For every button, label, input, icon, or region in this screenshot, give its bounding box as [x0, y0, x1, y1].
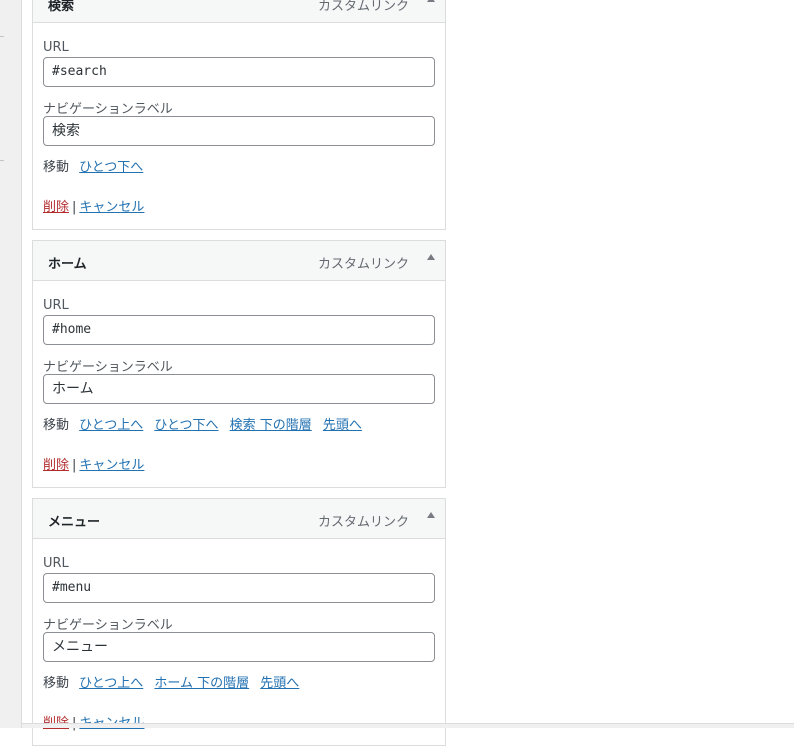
menu-item-type: カスタムリンク — [317, 0, 409, 14]
menu-item-home: ホーム カスタムリンク URL #home ナビゲーションラベル ホーム 移動 … — [32, 240, 446, 488]
url-input[interactable]: #menu — [43, 573, 435, 603]
menu-item-menu: メニュー カスタムリンク URL #menu ナビゲーションラベル メニュー 移… — [32, 498, 446, 746]
move-down-link[interactable]: ひとつ下へ — [79, 160, 143, 175]
footer-edge — [22, 723, 794, 728]
url-input[interactable]: #home — [43, 315, 435, 345]
move-up-link[interactable]: ひとつ上へ — [79, 676, 143, 691]
cancel-link[interactable]: キャンセル — [79, 458, 144, 473]
move-row: 移動 ひとつ上へ ひとつ下へ 検索 下の階層 先頭へ — [43, 414, 369, 433]
url-label: URL — [43, 556, 69, 571]
menu-item-handle[interactable]: 検索 カスタムリンク — [33, 0, 445, 23]
nav-label-label: ナビゲーションラベル — [43, 360, 173, 375]
menu-item-type: カスタムリンク — [317, 515, 409, 530]
nav-label-input[interactable]: 検索 — [43, 116, 435, 146]
item-actions: 削除|キャンセル — [43, 196, 144, 215]
admin-sidebar-edge — [0, 0, 22, 728]
menu-item-type: カスタムリンク — [317, 257, 409, 272]
move-under-link[interactable]: 検索 下の階層 — [230, 418, 312, 433]
url-label: URL — [43, 298, 69, 313]
menu-item-title: 検索 — [48, 0, 75, 14]
url-label: URL — [43, 40, 69, 55]
nav-label-label: ナビゲーションラベル — [43, 618, 173, 633]
move-label: 移動 — [43, 418, 70, 433]
collapse-arrow-icon[interactable] — [427, 512, 435, 518]
move-top-link[interactable]: 先頭へ — [260, 676, 299, 691]
menu-item-search: 検索 カスタムリンク URL #search ナビゲーションラベル 検索 移動 … — [32, 0, 446, 230]
move-under-link[interactable]: ホーム 下の階層 — [154, 676, 249, 691]
menu-item-title: メニュー — [48, 515, 101, 530]
menu-item-handle[interactable]: ホーム カスタムリンク — [33, 241, 445, 281]
sidebar-divider — [0, 36, 4, 37]
move-down-link[interactable]: ひとつ下へ — [154, 418, 218, 433]
delete-link[interactable]: 削除 — [43, 200, 69, 215]
move-top-link[interactable]: 先頭へ — [323, 418, 362, 433]
nav-label-input[interactable]: ホーム — [43, 374, 435, 404]
url-input[interactable]: #search — [43, 57, 435, 87]
delete-link[interactable]: 削除 — [43, 458, 69, 473]
move-row: 移動 ひとつ上へ ホーム 下の階層 先頭へ — [43, 672, 306, 691]
move-row: 移動 ひとつ下へ — [43, 156, 150, 175]
item-actions: 削除|キャンセル — [43, 454, 144, 473]
collapse-arrow-icon[interactable] — [427, 254, 435, 260]
move-up-link[interactable]: ひとつ上へ — [79, 418, 143, 433]
menu-item-handle[interactable]: メニュー カスタムリンク — [33, 499, 445, 539]
move-label: 移動 — [43, 160, 70, 175]
action-separator: | — [72, 200, 77, 215]
nav-label-label: ナビゲーションラベル — [43, 102, 173, 117]
action-separator: | — [72, 458, 77, 473]
move-label: 移動 — [43, 676, 70, 691]
sidebar-divider — [0, 160, 4, 161]
collapse-arrow-icon[interactable] — [427, 0, 435, 2]
nav-label-input[interactable]: メニュー — [43, 632, 435, 662]
menu-item-title: ホーム — [48, 257, 87, 272]
item-actions: 削除|キャンセル — [43, 712, 144, 731]
cancel-link[interactable]: キャンセル — [79, 200, 144, 215]
